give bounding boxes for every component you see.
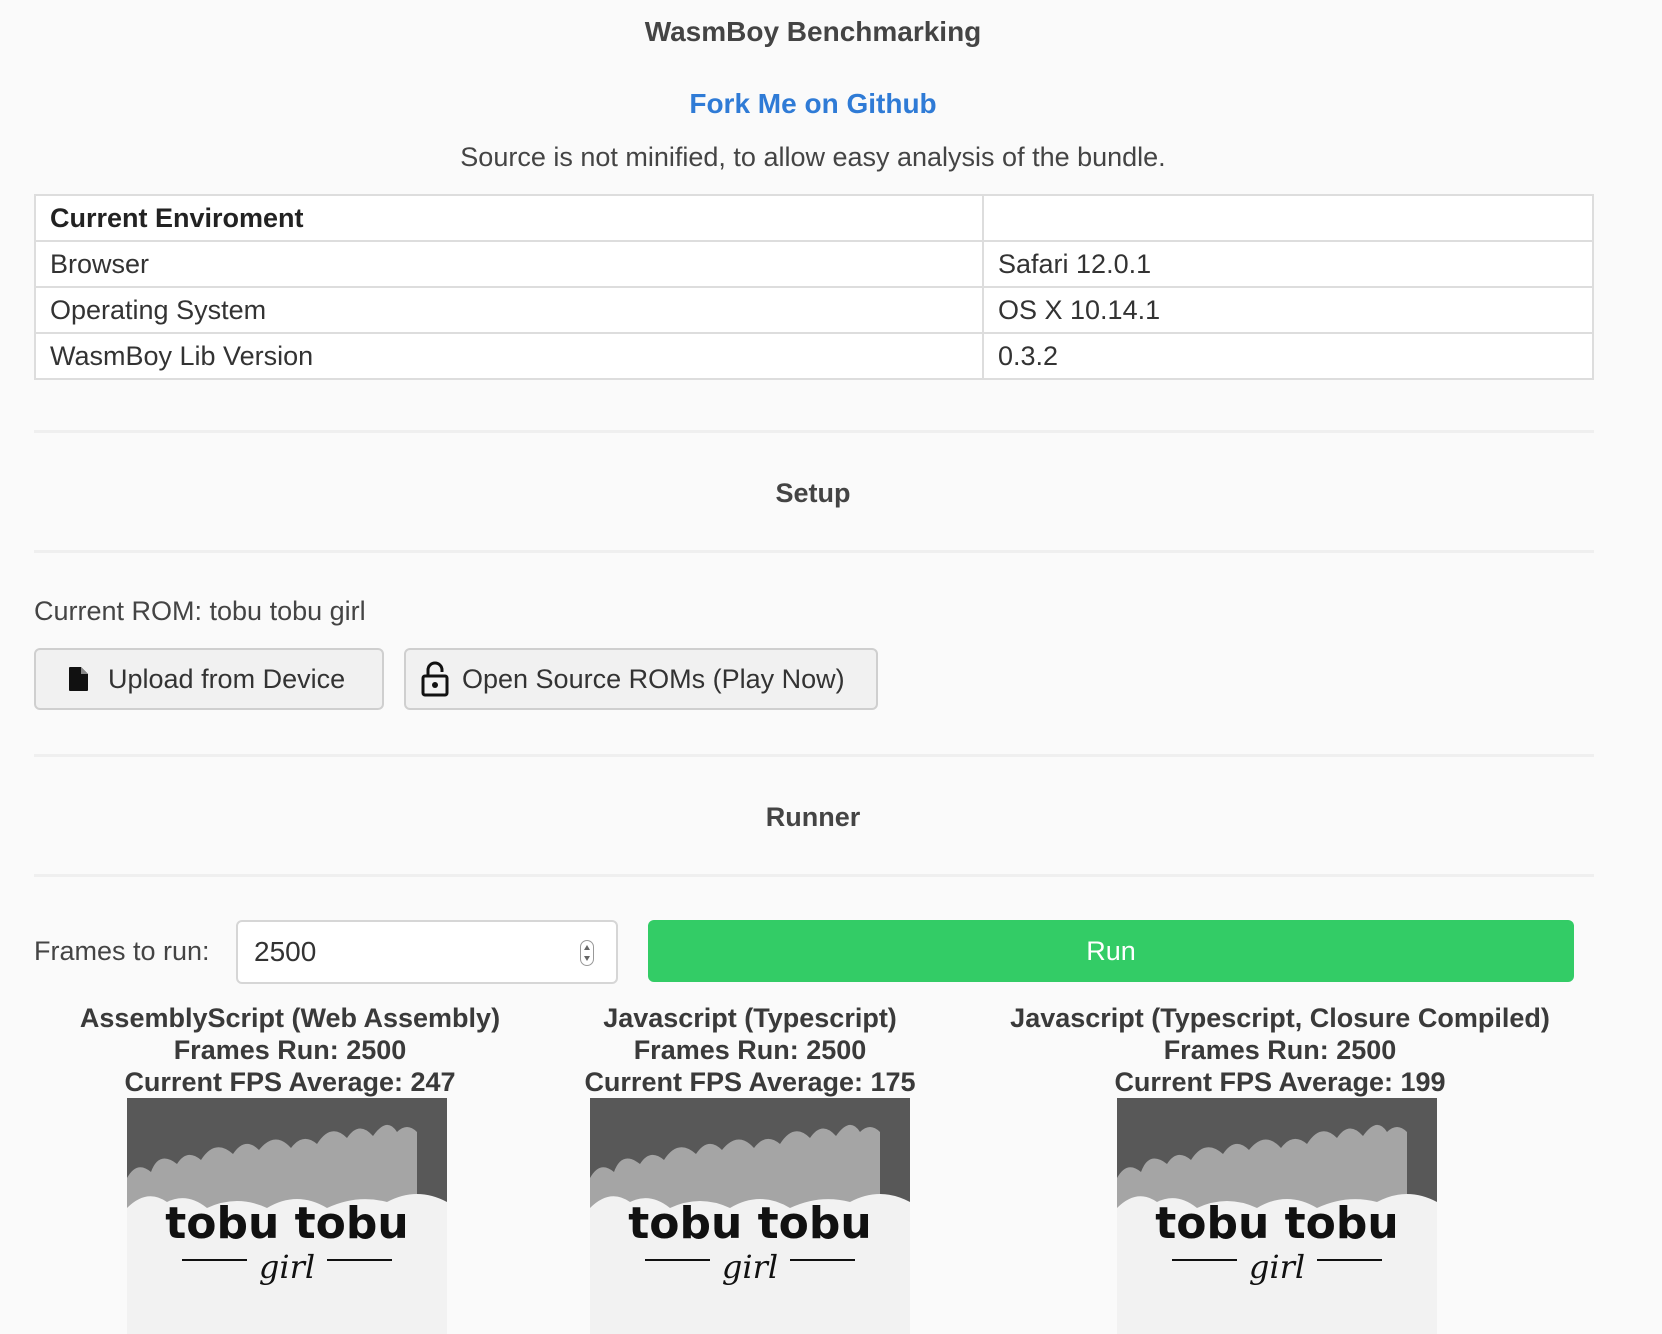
result-name: Javascript (Typescript, Closure Compiled… bbox=[1010, 1003, 1550, 1033]
table-row: WasmBoy Lib Version 0.3.2 bbox=[34, 332, 1594, 380]
unlock-icon bbox=[420, 661, 450, 697]
game-canvas-javascript: tobu tobu girl bbox=[590, 1098, 910, 1334]
environment-heading: Current Enviroment bbox=[34, 194, 984, 242]
game-subtitle-text: girl bbox=[259, 1248, 315, 1286]
result-assemblyscript: AssemblyScript (Web Assembly) Frames Run… bbox=[40, 1002, 540, 1098]
game-subtitle-text: girl bbox=[1249, 1248, 1305, 1286]
environment-table: Current Enviroment Browser Safari 12.0.1… bbox=[34, 194, 1594, 380]
run-button[interactable]: Run bbox=[648, 920, 1574, 982]
game-screen: tobu tobu girl bbox=[1117, 1098, 1437, 1334]
table-row: Operating System OS X 10.14.1 bbox=[34, 286, 1594, 334]
file-icon bbox=[68, 666, 90, 692]
game-title-text: tobu tobu bbox=[1155, 1198, 1398, 1249]
source-note: Source is not minified, to allow easy an… bbox=[460, 142, 1166, 172]
setup-heading: Setup bbox=[775, 478, 851, 508]
game-screen: tobu tobu girl bbox=[590, 1098, 910, 1334]
game-subtitle-text: girl bbox=[722, 1248, 778, 1286]
frames-to-run-label: Frames to run: bbox=[34, 936, 210, 966]
divider bbox=[34, 550, 1594, 553]
current-rom-label: Current ROM: tobu tobu girl bbox=[34, 596, 366, 626]
result-fps: Current FPS Average: 175 bbox=[584, 1067, 916, 1097]
empty-header-cell bbox=[982, 194, 1594, 242]
game-canvas-javascript-closure: tobu tobu girl bbox=[1117, 1098, 1437, 1334]
result-frames: Frames Run: 2500 bbox=[1163, 1035, 1397, 1065]
runner-heading: Runner bbox=[765, 802, 861, 832]
result-fps: Current FPS Average: 199 bbox=[1114, 1067, 1446, 1097]
result-frames: Frames Run: 2500 bbox=[633, 1035, 867, 1065]
table-header-row: Current Enviroment bbox=[34, 194, 1594, 242]
upload-button-label: Upload from Device bbox=[108, 663, 346, 694]
divider bbox=[34, 754, 1594, 757]
upload-from-device-button[interactable]: Upload from Device bbox=[34, 648, 384, 710]
stepper-icon[interactable] bbox=[580, 940, 594, 966]
result-name: Javascript (Typescript) bbox=[603, 1003, 897, 1033]
frames-input-value: 2500 bbox=[254, 936, 317, 967]
open-source-button-label: Open Source ROMs (Play Now) bbox=[462, 663, 845, 694]
row-value: 0.3.2 bbox=[982, 332, 1594, 380]
result-fps: Current FPS Average: 247 bbox=[124, 1067, 456, 1097]
divider bbox=[34, 430, 1594, 433]
row-value: Safari 12.0.1 bbox=[982, 240, 1594, 288]
result-javascript-closure: Javascript (Typescript, Closure Compiled… bbox=[990, 1002, 1570, 1098]
fork-github-link[interactable]: Fork Me on Github bbox=[0, 88, 1626, 120]
row-label: Operating System bbox=[34, 286, 984, 334]
game-screen: tobu tobu girl bbox=[127, 1098, 447, 1334]
result-name: AssemblyScript (Web Assembly) bbox=[79, 1003, 501, 1033]
divider bbox=[34, 874, 1594, 877]
row-label: WasmBoy Lib Version bbox=[34, 332, 984, 380]
page-title: WasmBoy Benchmarking bbox=[644, 16, 982, 47]
game-canvas-assemblyscript: tobu tobu girl bbox=[127, 1098, 447, 1334]
game-title-text: tobu tobu bbox=[165, 1198, 408, 1249]
result-javascript: Javascript (Typescript) Frames Run: 2500… bbox=[500, 1002, 1000, 1098]
table-row: Browser Safari 12.0.1 bbox=[34, 240, 1594, 288]
result-frames: Frames Run: 2500 bbox=[173, 1035, 407, 1065]
row-value: OS X 10.14.1 bbox=[982, 286, 1594, 334]
open-source-roms-button[interactable]: Open Source ROMs (Play Now) bbox=[404, 648, 878, 710]
row-label: Browser bbox=[34, 240, 984, 288]
frames-to-run-input[interactable]: 2500 bbox=[236, 920, 618, 984]
game-title-text: tobu tobu bbox=[628, 1198, 871, 1249]
